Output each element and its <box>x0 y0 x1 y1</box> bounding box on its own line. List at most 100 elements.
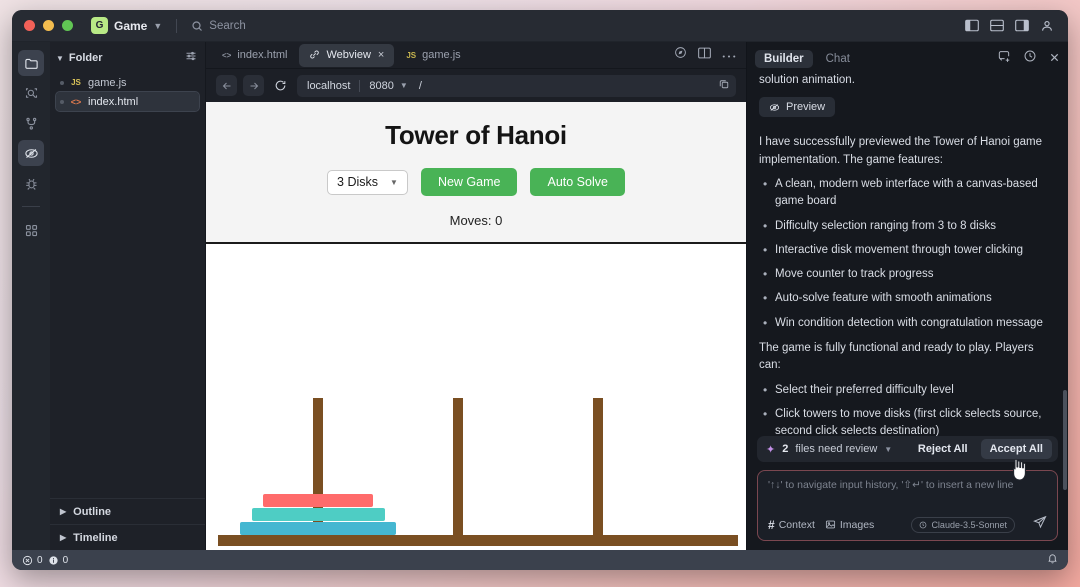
error-icon <box>22 555 33 565</box>
preview-label: Preview <box>786 101 826 114</box>
explorer-panel: ▼ Folder JS game.js <> index.html ▶ Outl… <box>50 42 206 550</box>
project-switcher[interactable]: G Game ▼ <box>91 17 162 34</box>
chat-input-footer: # Context Images Claude-3.5-Sonnet <box>768 515 1047 534</box>
context-button[interactable]: # Context <box>768 518 815 532</box>
more-icon[interactable] <box>722 46 736 64</box>
builder-paragraph-1: I have successfully previewed the Tower … <box>759 136 1042 166</box>
sidebar-item-extensions[interactable] <box>18 217 44 243</box>
chevron-down-icon[interactable]: ▼ <box>400 81 408 90</box>
context-label: Context <box>778 518 815 531</box>
list-item: Difficulty selection ranging from 3 to 8… <box>759 217 1056 235</box>
minimize-window-button[interactable] <box>43 20 54 31</box>
tab-builder[interactable]: Builder <box>755 49 813 68</box>
panel-left-icon[interactable] <box>965 19 979 32</box>
global-search[interactable]: Search <box>191 20 246 32</box>
project-badge: G <box>91 17 108 34</box>
sidebar-item-source-control[interactable] <box>18 110 44 136</box>
back-button[interactable] <box>216 75 237 96</box>
close-window-button[interactable] <box>24 20 35 31</box>
compass-icon[interactable] <box>674 46 687 64</box>
titlebar-actions <box>965 19 1058 33</box>
sidebar-item-explorer[interactable] <box>18 50 44 76</box>
reject-all-button[interactable]: Reject All <box>909 439 977 459</box>
builder-paragraph-2: The game is fully functional and ready t… <box>759 341 1034 372</box>
tab-game-js[interactable]: JS game.js <box>396 44 470 67</box>
hash-icon: # <box>768 517 775 532</box>
section-timeline[interactable]: ▶ Timeline <box>50 524 205 550</box>
editor-actions <box>674 46 746 64</box>
split-editor-icon[interactable] <box>698 46 711 64</box>
status-bar: 0 0 <box>12 550 1068 570</box>
section-label: Timeline <box>73 531 118 544</box>
sidebar-item-webview[interactable] <box>18 140 44 166</box>
move-counter: Moves: 0 <box>449 213 503 228</box>
tab-label: index.html <box>237 49 288 61</box>
extensions-icon <box>25 224 37 236</box>
sidebar-item-debug[interactable] <box>18 170 44 196</box>
bell-icon <box>1048 554 1057 564</box>
account-icon[interactable] <box>1040 19 1054 33</box>
main-area: ▼ Folder JS game.js <> index.html ▶ Outl… <box>12 42 1068 550</box>
tower-peg-2[interactable] <box>453 398 463 535</box>
builder-header: Builder Chat <box>747 45 1068 72</box>
error-count-value: 0 <box>37 554 43 566</box>
explorer-sections: ▶ Outline ▶ Timeline <box>50 498 205 550</box>
history-icon[interactable] <box>1023 49 1037 68</box>
explorer-header[interactable]: ▼ Folder <box>50 47 205 69</box>
send-button[interactable] <box>1033 515 1047 534</box>
url-host: localhost <box>307 79 351 92</box>
tab-index-html[interactable]: <> index.html <box>212 44 297 67</box>
new-game-button[interactable]: New Game <box>420 168 518 196</box>
game-board[interactable] <box>206 242 746 550</box>
accept-all-button[interactable]: Accept All <box>980 439 1052 460</box>
forward-button[interactable] <box>243 75 264 96</box>
chevron-down-icon[interactable]: ▼ <box>884 445 892 454</box>
difficulty-value: 3 Disks <box>337 175 379 189</box>
maximize-window-button[interactable] <box>62 20 73 31</box>
list-item: Click towers to move disks (first click … <box>759 405 1056 436</box>
sidebar-item-search[interactable] <box>18 80 44 106</box>
auto-solve-button[interactable]: Auto Solve <box>530 168 625 196</box>
panel-right-icon[interactable] <box>1015 19 1029 32</box>
page-title: Tower of Hanoi <box>385 120 567 150</box>
section-outline[interactable]: ▶ Outline <box>50 498 205 524</box>
close-icon[interactable]: × <box>378 49 384 61</box>
disk-large[interactable] <box>240 522 396 535</box>
board-base <box>218 535 738 546</box>
builder-conversation[interactable]: solution animation. Preview I have succe… <box>747 72 1068 436</box>
close-icon[interactable] <box>1049 50 1060 68</box>
chat-input-box[interactable]: '↑↓' to navigate input history, '⇧↵' to … <box>757 470 1058 541</box>
browser-toolbar: localhost 8080 ▼ / <box>206 69 746 102</box>
disk-small[interactable] <box>263 494 373 507</box>
tab-webview[interactable]: Webview × <box>299 43 395 67</box>
builder-scrollbar[interactable] <box>1063 390 1067 490</box>
notifications-bell[interactable] <box>1047 551 1058 569</box>
explorer-options-icon[interactable] <box>185 49 197 67</box>
copy-url-icon[interactable] <box>718 77 730 95</box>
difficulty-select[interactable]: 3 Disks ▼ <box>327 169 408 195</box>
error-count[interactable]: 0 <box>22 555 43 566</box>
images-label: Images <box>839 518 875 531</box>
model-label: Claude-3.5-Sonnet <box>931 519 1007 530</box>
file-item-game-js[interactable]: JS game.js <box>56 73 199 92</box>
url-bar[interactable]: localhost 8080 ▼ / <box>297 74 736 97</box>
explorer-folder-label: Folder <box>68 52 103 64</box>
warning-count[interactable]: 0 <box>48 555 68 566</box>
url-path: / <box>418 79 422 92</box>
review-actions: Reject All Accept All <box>909 439 1052 460</box>
reload-button[interactable] <box>270 75 291 96</box>
preview-button[interactable]: Preview <box>759 97 836 118</box>
tab-chat[interactable]: Chat <box>817 50 859 68</box>
panel-bottom-icon[interactable] <box>990 19 1004 32</box>
new-chat-icon[interactable] <box>997 49 1011 68</box>
chevron-down-icon: ▼ <box>390 177 398 187</box>
image-icon <box>825 520 835 529</box>
list-item: Move counter to track progress <box>759 265 1056 283</box>
disk-medium[interactable] <box>252 508 385 521</box>
tower-peg-3[interactable] <box>593 398 603 535</box>
images-button[interactable]: Images <box>825 519 874 531</box>
folder-icon <box>24 58 38 69</box>
modified-dot-icon <box>60 99 64 104</box>
model-selector[interactable]: Claude-3.5-Sonnet <box>911 516 1015 533</box>
file-item-index-html[interactable]: <> index.html <box>55 91 200 112</box>
